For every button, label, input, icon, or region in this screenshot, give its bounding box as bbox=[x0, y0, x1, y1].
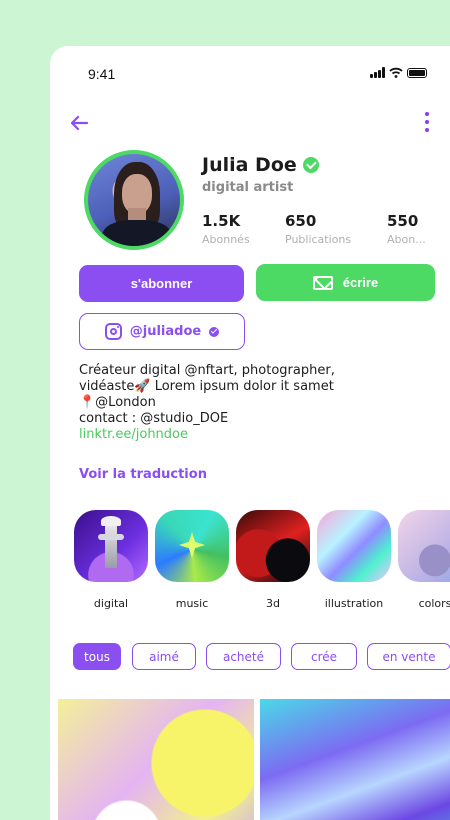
mail-icon bbox=[312, 275, 333, 290]
profile-name: Julia Doe bbox=[202, 154, 297, 176]
bio-line: Créateur digital @nftart, photographer, bbox=[79, 363, 335, 378]
category-label: 3d bbox=[266, 597, 280, 610]
stat-label: Publications bbox=[285, 233, 352, 246]
bio-link[interactable]: linktr.ee/johndoe bbox=[79, 427, 419, 443]
wifi-icon bbox=[389, 67, 403, 78]
write-message-button[interactable]: écrire bbox=[256, 264, 435, 301]
instagram-link[interactable]: @juliadoe bbox=[79, 313, 245, 350]
bio-line: contact : @studio_DOE bbox=[79, 411, 229, 426]
category-label: digital bbox=[93, 597, 129, 610]
signal-icon bbox=[370, 67, 385, 78]
category-digital-thumb[interactable] bbox=[74, 510, 148, 582]
stat-value: 650 bbox=[285, 212, 317, 230]
instagram-handle: @juliadoe bbox=[129, 324, 202, 339]
bio-line: vidéaste🚀 Lorem ipsum dolor it samet bbox=[79, 379, 334, 394]
profile-screen: 9:41 Julia Doe digital artist 1.5K Abonn bbox=[50, 46, 450, 820]
stat-followers[interactable]: 1.5K Abonnés bbox=[202, 212, 250, 246]
filter-en-vente[interactable]: en vente bbox=[367, 643, 450, 670]
instagram-icon bbox=[104, 323, 122, 340]
stat-following[interactable]: 550 Abon... bbox=[387, 212, 426, 246]
translate-link[interactable]: Voir la traduction bbox=[79, 467, 207, 482]
category-label: illustration bbox=[324, 597, 384, 610]
verified-icon bbox=[302, 157, 319, 173]
category-3d-thumb[interactable] bbox=[236, 510, 310, 582]
stat-label: Abonnés bbox=[202, 233, 250, 246]
category-label: colors bbox=[418, 597, 450, 610]
bio: Créateur digital @nftart, photographer, … bbox=[79, 363, 419, 443]
post-thumbnail[interactable] bbox=[260, 699, 450, 820]
stat-label: Abon... bbox=[387, 233, 426, 246]
more-options-icon[interactable] bbox=[419, 110, 435, 134]
profile-name-row: Julia Doe bbox=[202, 154, 319, 176]
status-icons bbox=[370, 67, 427, 78]
status-time: 9:41 bbox=[88, 66, 116, 82]
category-illustration-thumb[interactable] bbox=[317, 510, 391, 582]
category-colors-thumb[interactable] bbox=[398, 510, 450, 582]
post-thumbnail[interactable] bbox=[58, 699, 254, 820]
stat-value: 550 bbox=[387, 212, 419, 230]
filter-tous[interactable]: tous bbox=[73, 643, 121, 670]
verified-small-icon bbox=[209, 326, 220, 337]
profile-role: digital artist bbox=[202, 180, 294, 195]
stat-publications[interactable]: 650 Publications bbox=[285, 212, 351, 246]
back-arrow-icon[interactable] bbox=[68, 112, 90, 134]
stat-value: 1.5K bbox=[202, 212, 241, 230]
filter-achete[interactable]: acheté bbox=[206, 643, 281, 670]
battery-icon bbox=[407, 67, 427, 78]
filter-cree[interactable]: crée bbox=[291, 643, 357, 670]
category-music-thumb[interactable] bbox=[155, 510, 229, 582]
subscribe-label: s'abonner bbox=[130, 276, 193, 291]
write-label: écrire bbox=[342, 275, 379, 290]
filter-aime[interactable]: aimé bbox=[132, 643, 196, 670]
avatar bbox=[84, 150, 184, 250]
subscribe-button[interactable]: s'abonner bbox=[79, 265, 244, 302]
bio-line: 📍@London bbox=[79, 395, 156, 410]
category-label: music bbox=[175, 597, 209, 610]
